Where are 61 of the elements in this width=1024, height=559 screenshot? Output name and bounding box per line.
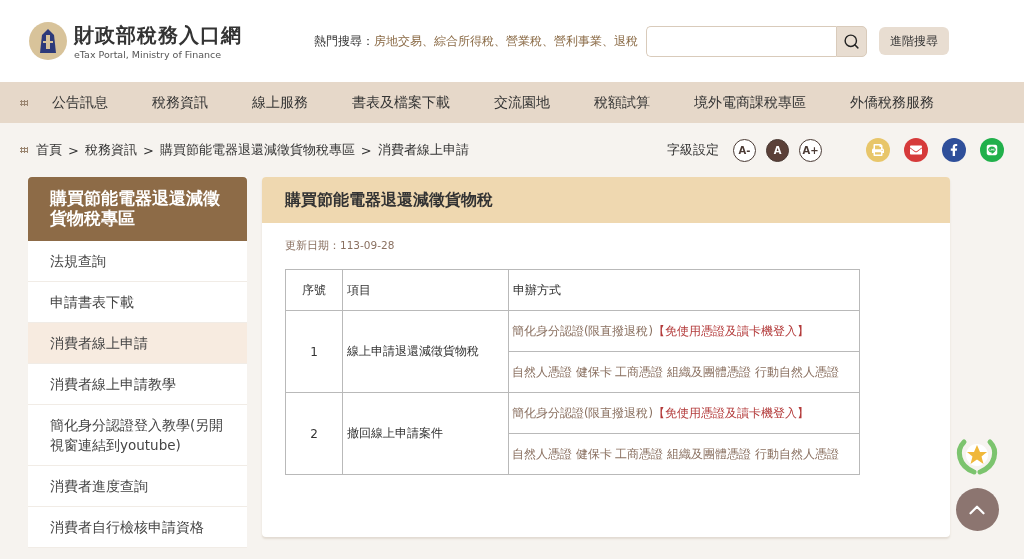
breadcrumb-separator: >	[142, 142, 154, 158]
table-cell: 線上申請退還減徵貨物稅	[342, 310, 509, 393]
advanced-search-button[interactable]: 進階搜尋	[879, 27, 949, 55]
font-size-button[interactable]: A	[766, 138, 789, 162]
share-button[interactable]	[942, 138, 966, 162]
sidebar-item[interactable]: 消費者線上申請	[28, 323, 247, 364]
update-date: 更新日期：113-09-28	[285, 239, 396, 253]
separator: 、	[494, 33, 506, 49]
search-button[interactable]	[836, 25, 867, 57]
table-cell: 1	[285, 310, 343, 393]
breadcrumb-link[interactable]: 稅務資訊	[84, 141, 137, 159]
font-size-label: 字級設定	[667, 141, 719, 159]
facebook-icon	[948, 144, 960, 156]
breadcrumb-link[interactable]: 購買節能電器退還減徵貨物稅專區	[159, 141, 355, 159]
nav-item[interactable]: 公告訊息	[52, 93, 108, 112]
hot-search-link[interactable]: 營利事業	[554, 33, 602, 49]
hot-search-link[interactable]: 營業稅	[506, 33, 542, 49]
hot-search-link[interactable]: 退稅	[614, 33, 638, 49]
hot-search-label: 熱門搜尋：	[314, 33, 374, 49]
nav-item[interactable]: 書表及檔案下載	[352, 93, 450, 112]
site-subtitle: eTax Portal, Ministry of Finance	[74, 49, 223, 60]
separator: 、	[422, 33, 434, 49]
site-title: 財政部稅務入口網	[74, 22, 242, 49]
method-link[interactable]: 簡化身分認證(限直撥退稅)【免使用憑證及讀卡機登入】	[508, 310, 860, 352]
search-field[interactable]	[646, 25, 836, 57]
content-title: 購買節能電器退還減徵貨物稅	[262, 177, 950, 223]
breadcrumb-separator: >	[360, 142, 372, 158]
breadcrumb-link[interactable]: 消費者線上申請	[377, 141, 469, 159]
print-icon	[872, 144, 884, 156]
nav-item[interactable]: 交流園地	[494, 93, 550, 112]
column-header: 申辦方式	[508, 269, 860, 311]
share-button[interactable]	[904, 138, 928, 162]
nav-item[interactable]: 境外電商課稅專區	[694, 93, 806, 112]
search-icon	[843, 32, 860, 50]
nav-item[interactable]: 線上服務	[252, 93, 308, 112]
breadcrumb-dots-icon	[20, 147, 28, 153]
award-icon	[954, 436, 1000, 476]
sidebar-title: 購買節能電器退還減徵貨物稅專區	[28, 177, 247, 241]
table-cell: 2	[285, 392, 343, 475]
font-size-button[interactable]: A-	[733, 138, 756, 162]
column-header: 序號	[285, 269, 343, 311]
breadcrumb-link[interactable]: 首頁	[36, 141, 62, 159]
table-cell: 撤回線上申請案件	[342, 392, 509, 475]
mail-icon	[910, 144, 922, 156]
method-link[interactable]: 自然人憑證 健保卡 工商憑證 組織及團體憑證 行動自然人憑證	[508, 351, 860, 393]
nav-item[interactable]: 稅額試算	[594, 93, 650, 112]
method-link[interactable]: 自然人憑證 健保卡 工商憑證 組織及團體憑證 行動自然人憑證	[508, 433, 860, 475]
hot-search-link[interactable]: 房地交易	[374, 33, 422, 49]
separator: 、	[602, 33, 614, 49]
logo-icon	[28, 21, 68, 61]
nav-item[interactable]: 稅務資訊	[152, 93, 208, 112]
menu-dots-icon	[20, 99, 28, 106]
method-link[interactable]: 簡化身分認證(限直撥退稅)【免使用憑證及讀卡機登入】	[508, 392, 860, 434]
back-to-top-button[interactable]	[955, 488, 999, 531]
separator: 、	[542, 33, 554, 49]
nav-item[interactable]: 外僑稅務服務	[850, 93, 934, 112]
font-size-button[interactable]: A+	[799, 138, 822, 162]
column-header: 項目	[342, 269, 509, 311]
breadcrumb-separator: >	[68, 142, 79, 158]
line-icon	[986, 144, 998, 156]
hot-search-link[interactable]: 綜合所得稅	[434, 33, 494, 49]
